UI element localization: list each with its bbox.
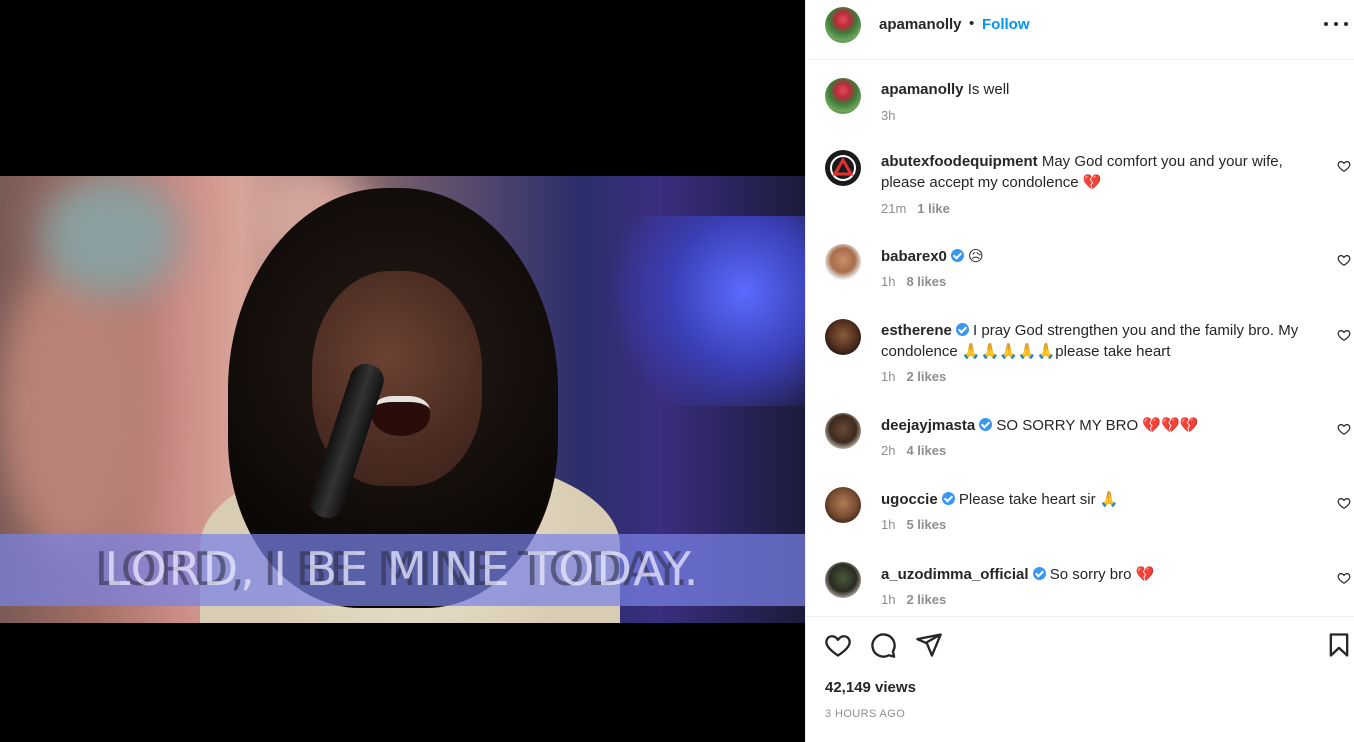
heart-icon[interactable] xyxy=(1337,422,1351,436)
comment-item: ugoccie Please take heart sir 🙏 1h 5 like… xyxy=(806,487,1354,547)
comment-body: SO SORRY MY BRO xyxy=(996,417,1139,434)
comment-body: So sorry bro xyxy=(1049,566,1132,583)
comment-username[interactable]: ugoccie xyxy=(881,491,938,508)
comment-likes[interactable]: 2 likes xyxy=(906,369,946,384)
caption: apamanolly Is well 3h xyxy=(806,78,1354,138)
comment-text: babarex0 😥 xyxy=(881,246,1321,267)
heart-icon[interactable] xyxy=(1337,328,1351,342)
comment-body-end: please take heart xyxy=(1055,343,1171,360)
caption-text: apamanolly Is well xyxy=(881,80,1321,100)
verified-badge-icon xyxy=(1032,567,1046,580)
comment-time: 2h xyxy=(881,443,896,458)
avatar[interactable] xyxy=(825,7,861,43)
brand-logo-icon xyxy=(830,155,856,181)
posted-time: 3 HOURS AGO xyxy=(825,708,906,720)
post-panel: apamanolly • Follow apamanolly Is well 3… xyxy=(805,0,1354,742)
comment-item: abutexfoodequipment May God comfort you … xyxy=(806,150,1354,220)
comment-time: 21m xyxy=(881,201,907,216)
comment-body: Please take heart sir xyxy=(958,491,1096,508)
verified-badge-icon xyxy=(950,249,964,262)
comment-meta: 21m 1 like xyxy=(881,201,950,216)
comment-item: deejayjmasta SO SORRY MY BRO 💔💔💔 2h 4 lik… xyxy=(806,413,1354,473)
comment-item: estherene I pray God strengthen you and … xyxy=(806,319,1354,389)
comment-username[interactable]: deejayjmasta xyxy=(881,417,975,434)
praying-hands-emoji: 🙏🙏🙏🙏🙏 xyxy=(961,342,1056,360)
praying-hands-emoji: 🙏 xyxy=(1099,490,1119,508)
comment-icon[interactable] xyxy=(869,631,897,659)
heart-icon[interactable] xyxy=(1337,496,1351,510)
comment-username[interactable]: estherene xyxy=(881,322,952,339)
views-count[interactable]: 42,149 views xyxy=(825,679,916,696)
action-bar: 42,149 views 3 HOURS AGO xyxy=(806,616,1354,742)
avatar[interactable] xyxy=(825,487,861,523)
comment-meta: 2h 4 likes xyxy=(881,443,946,458)
comment-username[interactable]: babarex0 xyxy=(881,248,947,265)
media-pane[interactable]: LORD, I BE MINE TODAY. LORD, I BE MINE T… xyxy=(0,0,805,742)
bookmark-icon[interactable] xyxy=(1325,631,1353,659)
comment-time: 1h xyxy=(881,592,896,607)
stage-light xyxy=(600,216,805,406)
comment-text: estherene I pray God strengthen you and … xyxy=(881,321,1321,362)
header-username[interactable]: apamanolly xyxy=(879,16,962,33)
comment-meta: 1h 2 likes xyxy=(881,369,946,384)
more-options-icon[interactable] xyxy=(1324,14,1348,34)
caption-time: 3h xyxy=(881,108,896,123)
comment-meta: 1h 5 likes xyxy=(881,517,946,532)
broken-heart-emoji: 💔 xyxy=(1135,565,1155,583)
comment-text: deejayjmasta SO SORRY MY BRO 💔💔💔 xyxy=(881,415,1321,436)
heart-icon[interactable] xyxy=(1337,253,1351,267)
verified-badge-icon xyxy=(955,323,969,336)
comment-meta: 1h 8 likes xyxy=(881,274,946,289)
sad-emoji: 😥 xyxy=(968,247,984,265)
follow-button[interactable]: Follow xyxy=(982,16,1030,33)
separator-dot: • xyxy=(969,15,975,32)
avatar[interactable] xyxy=(825,319,861,355)
comment-username[interactable]: abutexfoodequipment xyxy=(881,153,1038,170)
caption-body: Is well xyxy=(967,81,1010,98)
heart-icon[interactable] xyxy=(1337,571,1351,585)
background-figure xyxy=(0,256,150,556)
comment-time: 1h xyxy=(881,369,896,384)
comment-likes[interactable]: 1 like xyxy=(917,201,950,216)
comment-meta: 1h 2 likes xyxy=(881,592,946,607)
comment-text: a_uzodimma_official So sorry bro 💔 xyxy=(881,564,1321,585)
comment-text: ugoccie Please take heart sir 🙏 xyxy=(881,489,1321,510)
comment-time: 1h xyxy=(881,274,896,289)
singer-mouth xyxy=(372,396,430,436)
post-header: apamanolly • Follow xyxy=(806,0,1354,60)
avatar[interactable] xyxy=(825,562,861,598)
avatar[interactable] xyxy=(825,78,861,114)
comments-list[interactable]: apamanolly Is well 3h abutexfoodequipmen… xyxy=(806,61,1354,616)
heart-icon[interactable] xyxy=(1337,159,1351,173)
comment-item: a_uzodimma_official So sorry bro 💔 1h 2 l… xyxy=(806,562,1354,616)
avatar[interactable] xyxy=(825,150,861,186)
video-player[interactable]: LORD, I BE MINE TODAY. LORD, I BE MINE T… xyxy=(0,176,805,623)
broken-heart-emoji: 💔💔💔 xyxy=(1142,416,1199,434)
comment-likes[interactable]: 8 likes xyxy=(906,274,946,289)
comment-likes[interactable]: 2 likes xyxy=(906,592,946,607)
comment-username[interactable]: a_uzodimma_official xyxy=(881,566,1029,583)
avatar[interactable] xyxy=(825,244,861,280)
caption-username[interactable]: apamanolly xyxy=(881,81,964,98)
lyric-caption: LORD, I BE MINE TODAY. xyxy=(104,542,701,596)
avatar[interactable] xyxy=(825,413,861,449)
comment-likes[interactable]: 5 likes xyxy=(906,517,946,532)
like-heart-icon[interactable] xyxy=(824,631,852,659)
background-figure xyxy=(40,176,180,296)
comment-time: 1h xyxy=(881,517,896,532)
comment-item: babarex0 😥 1h 8 likes xyxy=(806,244,1354,304)
share-send-icon[interactable] xyxy=(915,631,943,659)
comment-text: abutexfoodequipment May God comfort you … xyxy=(881,152,1321,193)
comment-likes[interactable]: 4 likes xyxy=(906,443,946,458)
verified-badge-icon xyxy=(941,492,955,505)
broken-heart-emoji: 💔 xyxy=(1082,173,1102,191)
verified-badge-icon xyxy=(979,418,993,431)
